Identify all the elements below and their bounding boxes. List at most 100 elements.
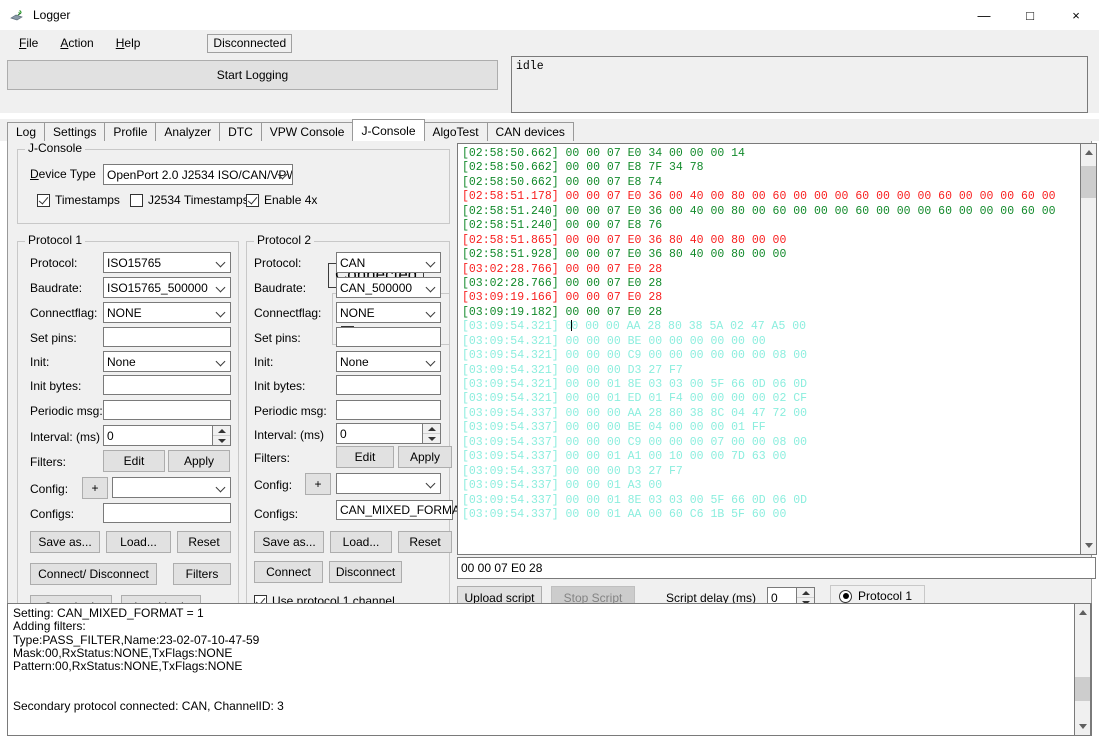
tab-profile[interactable]: Profile	[104, 122, 157, 141]
protocol1-protocol-combo[interactable]: ISO15765	[103, 252, 231, 273]
console-vertical-scrollbar[interactable]	[1080, 143, 1097, 555]
protocol1-config-label: Config:	[30, 482, 69, 496]
tab-algotest[interactable]: AlgoTest	[423, 122, 488, 141]
protocol1-group-legend: Protocol 1	[25, 234, 86, 246]
menu-help[interactable]: Help	[105, 33, 152, 53]
protocol2-protocol-combo[interactable]: CAN	[336, 252, 441, 273]
chevron-down-icon	[217, 308, 226, 317]
protocol2-filters-edit-button[interactable]: Edit	[336, 446, 394, 468]
script-protocol1-radio[interactable]: Protocol 1	[839, 589, 912, 603]
protocol2-config-label: Config:	[254, 478, 293, 492]
scroll-down-arrow-icon[interactable]	[1081, 537, 1096, 554]
console-log-line: [03:09:54.321] 00 00 01 ED 01 F4 00 00 0…	[462, 392, 808, 406]
protocol2-load-button[interactable]: Load...	[330, 531, 392, 553]
protocol2-connect-button[interactable]: Connect	[254, 561, 323, 583]
protocol2-reset-button[interactable]: Reset	[398, 531, 452, 553]
protocol2-filters-apply-button[interactable]: Apply	[398, 446, 452, 468]
status-log-panel[interactable]: Setting: CAN_MIXED_FORMAT = 1 Adding fil…	[7, 603, 1092, 736]
protocol2-interval-spinner[interactable]: 0	[336, 423, 441, 444]
scroll-down-arrow-icon[interactable]	[1075, 718, 1090, 735]
protocol1-init-value: None	[107, 354, 136, 369]
chevron-down-icon	[217, 258, 226, 267]
protocol2-configs-input[interactable]: CAN_MIXED_FORMAT	[336, 500, 466, 520]
spinner-buttons[interactable]	[212, 426, 230, 445]
console-log-line: [02:58:51.928] 00 00 07 E0 36 80 40 00 8…	[462, 248, 787, 262]
jconsole-group: J-Console Device Type OpenPort 2.0 J2534…	[17, 142, 450, 224]
scroll-up-arrow-icon[interactable]	[1081, 144, 1096, 161]
protocol2-baudrate-combo[interactable]: CAN_500000	[336, 277, 441, 298]
checkbox-box	[37, 193, 50, 207]
spinner-down-icon[interactable]	[213, 436, 230, 445]
tab-j-console[interactable]: J-Console	[352, 119, 425, 141]
protocol1-save-as-button[interactable]: Save as...	[30, 531, 100, 553]
tab-dtc[interactable]: DTC	[219, 122, 262, 141]
spinner-up-icon[interactable]	[797, 588, 815, 598]
spinner-up-icon[interactable]	[423, 424, 440, 434]
protocol2-initbytes-input[interactable]	[336, 375, 441, 395]
protocol2-setpins-label: Set pins:	[254, 331, 301, 345]
protocol1-periodic-input[interactable]	[103, 400, 231, 420]
console-log-line: [03:09:54.321] 00 00 01 8E 03 03 00 5F 6…	[462, 378, 808, 391]
console-log-line: [03:09:19.182] 00 00 07 E0 28	[462, 305, 663, 319]
text-caret	[571, 320, 573, 332]
protocol1-setpins-input[interactable]	[103, 327, 231, 347]
logger-window: Logger — □ × File Action Help Disconnect…	[0, 0, 1099, 741]
tab-settings[interactable]: Settings	[44, 122, 106, 141]
protocol2-group-legend: Protocol 2	[254, 234, 315, 246]
protocol2-config-add-button[interactable]: +	[305, 473, 331, 495]
chevron-down-icon	[427, 283, 436, 292]
spinner-up-icon[interactable]	[213, 426, 230, 436]
protocol1-filters-apply-button[interactable]: Apply	[168, 450, 230, 472]
tab-log[interactable]: Log	[7, 122, 46, 141]
protocol2-config-combo[interactable]	[336, 473, 441, 494]
menu-file[interactable]: File	[8, 33, 49, 53]
maximize-button[interactable]: □	[1007, 0, 1053, 30]
protocol1-config-add-button[interactable]: +	[82, 477, 108, 499]
protocol1-filters-button[interactable]: Filters	[173, 563, 231, 585]
tab-vpw-console[interactable]: VPW Console	[260, 122, 354, 141]
protocol2-initbytes-label: Init bytes:	[254, 379, 306, 393]
status-log-scrollbar[interactable]	[1074, 604, 1091, 735]
command-input[interactable]: 00 00 07 E0 28	[457, 557, 1096, 579]
protocol1-connect-disconnect-button[interactable]: Connect/ Disconnect	[30, 563, 157, 585]
enable4x-checkbox[interactable]: Enable 4x	[246, 193, 317, 207]
protocol2-setpins-input[interactable]	[336, 327, 441, 347]
tab-can-devices[interactable]: CAN devices	[486, 122, 574, 141]
idle-status-box[interactable]: idle	[511, 56, 1088, 113]
timestamps-checkbox[interactable]: Timestamps	[37, 193, 120, 207]
device-type-combo[interactable]: OpenPort 2.0 J2534 ISO/CAN/VPW	[103, 164, 293, 185]
protocol1-connectflag-combo[interactable]: NONE	[103, 302, 231, 323]
spinner-down-icon[interactable]	[423, 434, 440, 443]
menu-bar: File Action Help Disconnected	[0, 30, 1099, 56]
protocol1-configs-input[interactable]	[103, 503, 231, 523]
tab-analyzer[interactable]: Analyzer	[155, 122, 221, 141]
protocol1-init-combo[interactable]: None	[103, 351, 231, 372]
scrollbar-thumb[interactable]	[1081, 166, 1096, 198]
connection-status-label: Disconnected	[207, 33, 293, 53]
protocol1-config-combo[interactable]	[112, 477, 231, 498]
window-title: Logger	[33, 8, 71, 22]
protocol2-save-as-button[interactable]: Save as...	[254, 531, 324, 553]
protocol2-disconnect-button[interactable]: Disconnect	[329, 561, 402, 583]
device-type-label: Device Type	[30, 167, 96, 181]
protocol1-reset-button[interactable]: Reset	[177, 531, 231, 553]
checkbox-box	[130, 193, 143, 207]
spinner-buttons[interactable]	[422, 424, 440, 443]
protocol2-periodic-input[interactable]	[336, 400, 441, 420]
close-button[interactable]: ×	[1053, 0, 1099, 30]
protocol1-interval-spinner[interactable]: 0	[103, 425, 231, 446]
menu-action[interactable]: Action	[49, 33, 104, 53]
protocol1-baudrate-combo[interactable]: ISO15765_500000	[103, 277, 231, 298]
j2534-timestamps-checkbox[interactable]: J2534 Timestamps	[130, 193, 249, 207]
scrollbar-thumb[interactable]	[1075, 677, 1090, 701]
protocol1-group: Protocol 1 Protocol: ISO15765 Baudrate: …	[17, 234, 239, 618]
message-log-console[interactable]: [02:58:50.662] 00 00 07 E0 34 00 00 00 1…	[457, 143, 1081, 555]
scroll-up-arrow-icon[interactable]	[1075, 604, 1090, 621]
protocol2-connectflag-combo[interactable]: NONE	[336, 302, 441, 323]
start-logging-button[interactable]: Start Logging	[7, 60, 498, 90]
protocol1-filters-edit-button[interactable]: Edit	[103, 450, 165, 472]
protocol1-load-button[interactable]: Load...	[106, 531, 171, 553]
protocol1-initbytes-input[interactable]	[103, 375, 231, 395]
minimize-button[interactable]: —	[961, 0, 1007, 30]
protocol2-init-combo[interactable]: None	[336, 351, 441, 372]
